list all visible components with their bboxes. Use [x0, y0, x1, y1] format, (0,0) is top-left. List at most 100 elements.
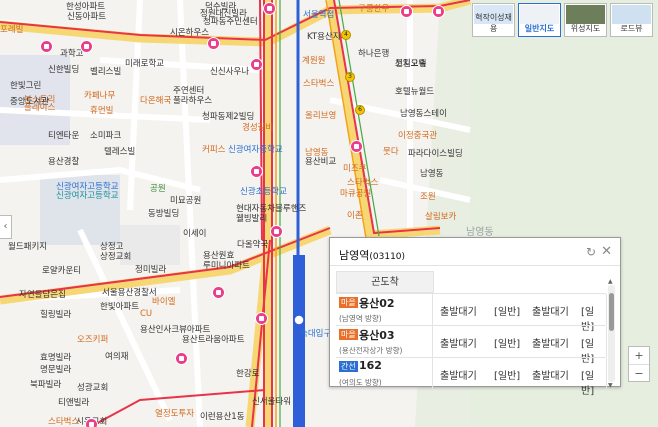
bus-stop-icon[interactable] [255, 312, 268, 325]
map-label: 파라다이스빌딩 [408, 149, 463, 159]
bus-arrival-popup: 남영역(03110) ↻ ✕ 곤도착 마을 용산02 (남영역 방향) 출발대기 [일반… [329, 237, 621, 397]
map-label: 공원 [150, 184, 166, 194]
bus-stop-icon[interactable] [270, 225, 283, 238]
map-label: 이정중국관 [398, 131, 438, 141]
arrival-status: 출발대기 [532, 339, 569, 350]
map-label: 신광여자고등학교 [56, 191, 119, 201]
map-label: 소미파크 [90, 131, 122, 141]
map-label: 월드패키지 [8, 242, 48, 252]
map-label: 신서울타워 [252, 397, 292, 407]
zoom-out-button[interactable]: − [629, 364, 649, 381]
map-type-button[interactable]: 로드뷰 [610, 3, 653, 37]
route-direction: (용산전자상가 방향) [339, 346, 403, 355]
bus-stop-icon[interactable] [350, 140, 363, 153]
bus-type: [일반] [494, 371, 521, 382]
map-label: 신광여자중학교 [228, 145, 283, 155]
table-row[interactable]: 마을 용산03 (용산전자상가 방향) 출발대기 [일반] 출발대기 [일반] [336, 325, 607, 365]
bus-stop-icon[interactable] [85, 418, 98, 427]
route-direction: (남영역 방향) [339, 314, 382, 323]
map-label: 용산인사크뷰아파트 [140, 325, 211, 335]
map-label: 상정고 [100, 242, 124, 252]
route-type-badge: 마을 [339, 329, 358, 340]
map-label: 커피스 [202, 145, 226, 155]
map-label: 열정도투자 [155, 409, 195, 419]
map-label: 서울용산경찰서 [102, 288, 157, 298]
bus-stop-icon[interactable] [207, 37, 220, 50]
map-label: 신동아파트 [67, 12, 107, 22]
map-label: 북파빌라 [30, 380, 62, 390]
bus-stop-icon[interactable] [400, 5, 413, 18]
popup-scrollbar[interactable]: ▲ ▼ [608, 278, 615, 389]
map-label: 신한빌딩 [48, 65, 80, 75]
map-label: 용산비교 [305, 157, 337, 167]
map-type-button[interactable]: 혁작이성재용 [472, 3, 515, 37]
route-number[interactable]: 용산02 [359, 295, 395, 311]
scroll-thumb[interactable] [609, 293, 614, 331]
table-row[interactable]: 마을 용산02 (남영역 방향) 출발대기 [일반] 출발대기 [일반] [336, 293, 607, 333]
scroll-up-icon[interactable]: ▲ [608, 278, 613, 285]
bus-stop-icon[interactable] [263, 2, 276, 15]
map-label: 바이엘 [152, 297, 176, 307]
route-direction: (여의도 방향) [339, 378, 382, 387]
station-code: (03110) [369, 252, 406, 262]
bus-stop-icon[interactable] [250, 165, 263, 178]
map-label: 이세이 [183, 229, 207, 239]
map-label: 한강로 [236, 369, 260, 379]
map-label: 한빛아파트 [100, 302, 140, 312]
map-type-thumbnail-icon [612, 5, 651, 24]
table-row[interactable]: 간선 162 (여의도 방향) 출발대기 [일반] 출발대기 [일반] [336, 357, 607, 397]
bus-type: [일반] [581, 371, 595, 397]
map-type-label: 로드뷰 [620, 24, 643, 33]
map-type-label: 일반지도 [524, 24, 555, 33]
map-type-thumbnail-icon [520, 5, 559, 24]
close-icon[interactable]: ✕ [601, 244, 612, 259]
map-label: 하나은행 [358, 49, 390, 59]
bus-stop-icon[interactable] [212, 286, 225, 299]
map-label: 청파동제2빌딩 [202, 112, 255, 122]
map-label: 이촌 [347, 211, 363, 221]
bus-stop-icon[interactable] [175, 352, 188, 365]
popup-header: 남영역(03110) ↻ ✕ [330, 238, 620, 266]
arrival-status: 출발대기 [532, 371, 569, 382]
map-label: 미묘공원 [170, 196, 202, 206]
map-label: 자연을담은집 [19, 290, 66, 300]
map-label: 호텔뉴월드 [395, 87, 435, 97]
arrival-status: 출발대기 [532, 307, 569, 318]
map-label: 주연센터 [173, 86, 205, 96]
map-label: 휴먼빌 [90, 106, 114, 116]
map-label: 올리브영 [305, 111, 337, 121]
map-label: 현대자동차블루핸즈 [236, 204, 307, 214]
column-divider [432, 358, 433, 389]
map-type-button[interactable]: 위성지도 [564, 3, 607, 37]
refresh-icon[interactable]: ↻ [586, 245, 596, 259]
map-label: 풀라하우스 [173, 96, 213, 106]
bus-stop-icon[interactable] [40, 40, 53, 53]
map-label: 스타벅스 [303, 79, 335, 89]
map-label: 신광초등학교 [240, 187, 287, 197]
route-number[interactable]: 162 [359, 359, 382, 372]
scroll-down-icon[interactable]: ▼ [608, 382, 613, 389]
map-label: 청파동주민센터 [203, 17, 258, 27]
bus-stop-icon[interactable] [250, 58, 263, 71]
map-label: 한빛그린 [10, 81, 42, 91]
zoom-control: + − [628, 346, 650, 382]
route-number[interactable]: 용산03 [359, 327, 395, 343]
map-label: 시온하우스 [170, 28, 210, 38]
map-type-button[interactable]: 일반지도 [518, 3, 561, 37]
zoom-in-button[interactable]: + [629, 347, 649, 364]
column-divider [432, 294, 433, 325]
subway-exit-icon: 3 [345, 72, 355, 82]
map-label: 미래로학교 [125, 59, 165, 69]
column-divider [432, 326, 433, 357]
map-label: 티엔타운 [48, 131, 80, 141]
map-label: 신신사우나 [210, 67, 250, 77]
map-label: 남영동 [420, 169, 444, 179]
map-type-thumbnail-icon [566, 5, 605, 24]
panel-toggle-button[interactable]: ‹ [0, 215, 12, 239]
map-type-switcher: 혁작이성재용일반지도 위성지도 로드뷰 [472, 3, 653, 37]
map-label: 구룡한우 [358, 4, 390, 14]
bus-stop-icon[interactable] [432, 5, 445, 18]
bus-stop-icon[interactable] [80, 40, 93, 53]
map-label: 여의재 [105, 352, 129, 362]
map-label: 카페나무 [84, 91, 116, 101]
